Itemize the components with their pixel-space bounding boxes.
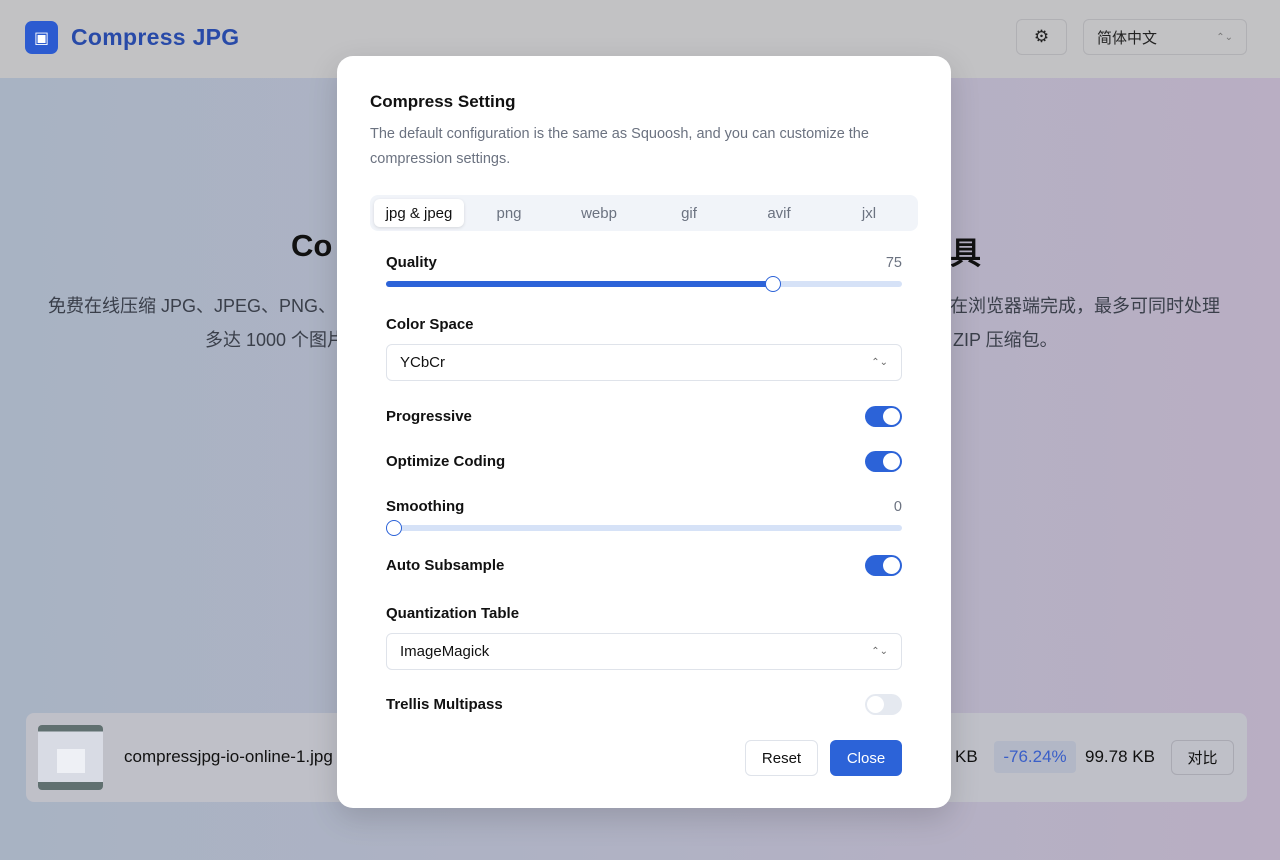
auto-subsample-toggle[interactable] xyxy=(865,555,902,576)
brand-name[interactable]: Compress JPG xyxy=(71,24,240,51)
quality-slider-fill xyxy=(386,281,773,287)
dialog-description: The default configuration is the same as… xyxy=(370,126,869,167)
close-button[interactable]: Close xyxy=(830,740,902,776)
chevron-updown-icon: ⌃⌄ xyxy=(871,646,888,657)
tab-jpg[interactable]: jpg & jpeg xyxy=(374,199,464,227)
tab-avif[interactable]: avif xyxy=(734,199,824,227)
reduction-badge: -76.24% xyxy=(994,741,1076,773)
reset-button[interactable]: Reset xyxy=(745,740,818,776)
quantization-table-label: Quantization Table xyxy=(386,605,520,622)
file-thumbnail[interactable] xyxy=(38,725,103,790)
format-tabs: jpg & jpeg png webp gif avif jxl xyxy=(370,195,918,231)
compare-button[interactable]: 对比 xyxy=(1171,740,1234,775)
auto-subsample-label: Auto Subsample xyxy=(386,557,505,574)
language-select[interactable]: 简体中文 ⌃⌄ xyxy=(1083,19,1247,55)
hero-desc-1-left: 免费在线压缩 JPG、JPEG、PNG、 xyxy=(48,296,337,316)
file-name: compressjpg-io-online-1.jpg xyxy=(124,747,333,766)
hero-title-left: Co xyxy=(291,228,333,263)
color-space-value: YCbCr xyxy=(400,354,446,371)
color-space-label: Color Space xyxy=(386,316,474,333)
smoothing-value: 0 xyxy=(893,499,902,515)
tab-jxl[interactable]: jxl xyxy=(824,199,914,227)
quality-slider[interactable] xyxy=(386,276,902,292)
optimize-coding-label: Optimize Coding xyxy=(386,453,506,470)
dialog-title: Compress Setting xyxy=(370,92,516,111)
logo-icon[interactable]: ▣ xyxy=(25,21,58,54)
smoothing-label: Smoothing xyxy=(386,498,465,515)
tab-webp[interactable]: webp xyxy=(554,199,644,227)
quality-label: Quality xyxy=(386,254,437,271)
tab-gif[interactable]: gif xyxy=(644,199,734,227)
hero-desc-2-left: 多达 1000 个图片 xyxy=(205,330,346,350)
tab-png[interactable]: png xyxy=(464,199,554,227)
progressive-label: Progressive xyxy=(386,408,472,425)
compress-setting-dialog: Compress Setting The default configurati… xyxy=(337,56,951,808)
quantization-table-value: ImageMagick xyxy=(400,643,490,660)
trellis-multipass-toggle[interactable] xyxy=(865,694,902,715)
chevron-updown-icon: ⌃⌄ xyxy=(871,357,888,368)
compressed-size: 99.78 KB xyxy=(1085,747,1155,766)
color-space-select[interactable]: YCbCr ⌃⌄ xyxy=(386,344,902,381)
hero-desc-1-right: 在浏览器端完成，最多可同时处理 xyxy=(950,296,1220,316)
smoothing-slider[interactable] xyxy=(386,520,902,536)
gear-icon: ⚙ xyxy=(1033,27,1050,46)
quality-slider-thumb[interactable] xyxy=(765,276,781,292)
optimize-coding-toggle[interactable] xyxy=(865,451,902,472)
trellis-multipass-label: Trellis Multipass xyxy=(386,696,503,713)
hero-title-right: 具 xyxy=(950,236,981,271)
settings-button[interactable]: ⚙ xyxy=(1016,19,1067,55)
quality-value: 75 xyxy=(885,255,902,271)
chevron-updown-icon: ⌃⌄ xyxy=(1216,31,1233,43)
original-size: KB xyxy=(955,747,978,766)
progressive-toggle[interactable] xyxy=(865,406,902,427)
smoothing-slider-thumb[interactable] xyxy=(386,520,402,536)
language-value: 简体中文 xyxy=(1097,29,1158,47)
quantization-table-select[interactable]: ImageMagick ⌃⌄ xyxy=(386,633,902,670)
